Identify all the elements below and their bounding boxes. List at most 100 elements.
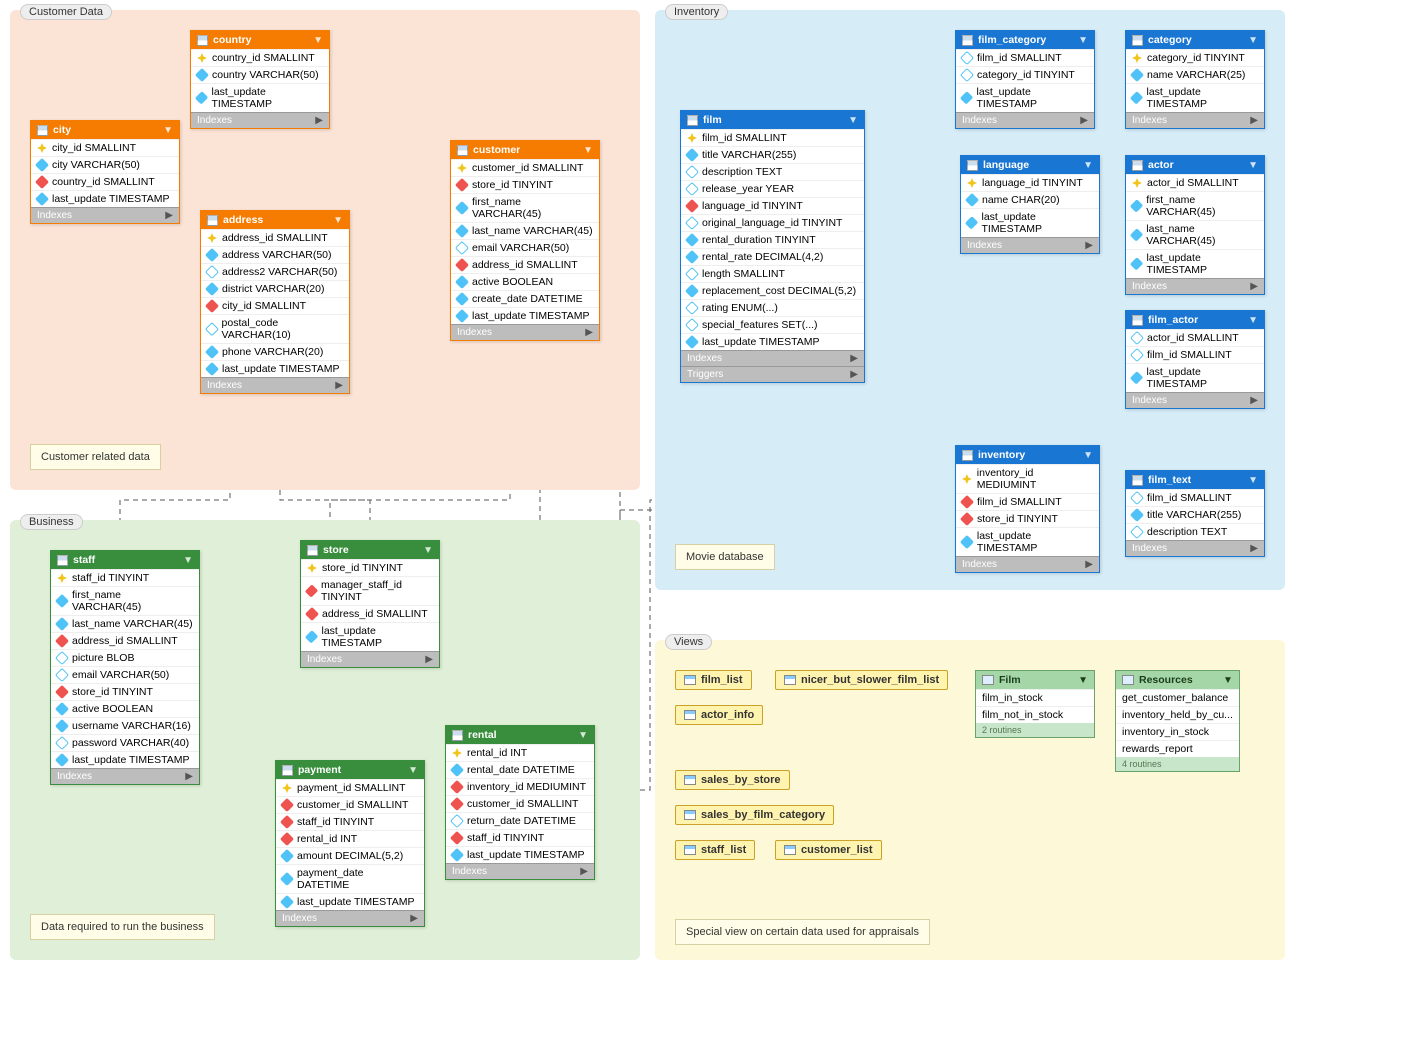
collapse-arrow-icon[interactable]: ▼ [1078,675,1088,686]
table-column[interactable]: last_update TIMESTAMP [31,190,179,207]
routine-header[interactable]: Resources▼ [1116,671,1239,689]
table-column[interactable]: last_update TIMESTAMP [1126,249,1264,278]
table-column[interactable]: username VARCHAR(16) [51,717,199,734]
routine-item[interactable]: film_not_in_stock [976,706,1094,723]
routine-header[interactable]: Film▼ [976,671,1094,689]
collapse-arrow-icon[interactable]: ▼ [1248,160,1258,171]
table-footer-indexes[interactable]: Indexes▶ [1126,278,1264,294]
table-column[interactable]: language_id TINYINT [681,197,864,214]
table-column[interactable]: last_update TIMESTAMP [681,333,864,350]
table-column[interactable]: last_name VARCHAR(45) [1126,220,1264,249]
collapse-arrow-icon[interactable]: ▼ [183,555,193,566]
table-column[interactable]: address_id SMALLINT [51,632,199,649]
collapse-arrow-icon[interactable]: ▼ [423,545,433,556]
collapse-arrow-icon[interactable]: ▼ [1248,475,1258,486]
table-column[interactable]: address_id SMALLINT [451,256,599,273]
table-column[interactable]: payment_id SMALLINT [276,779,424,796]
table-column[interactable]: rental_rate DECIMAL(4,2) [681,248,864,265]
table-column[interactable]: rating ENUM(...) [681,299,864,316]
table-column[interactable]: active BOOLEAN [451,273,599,290]
table-footer-triggers[interactable]: Triggers▶ [681,366,864,382]
table-column[interactable]: category_id TINYINT [956,66,1094,83]
table-column[interactable]: postal_code VARCHAR(10) [201,314,349,343]
table-column[interactable]: last_update TIMESTAMP [51,751,199,768]
collapse-arrow-icon[interactable]: ▼ [1078,35,1088,46]
table-column[interactable]: rental_id INT [446,744,594,761]
routine-item[interactable]: inventory_held_by_cu... [1116,706,1239,723]
table-city[interactable]: city▼city_id SMALLINTcity VARCHAR(50)cou… [30,120,180,224]
table-column[interactable]: address VARCHAR(50) [201,246,349,263]
table-footer-indexes[interactable]: Indexes▶ [1126,392,1264,408]
collapse-arrow-icon[interactable]: ▼ [583,145,593,156]
table-column[interactable]: release_year YEAR [681,180,864,197]
table-column[interactable]: first_name VARCHAR(45) [1126,191,1264,220]
view-actor_info[interactable]: actor_info [675,705,763,725]
table-column[interactable]: description TEXT [1126,523,1264,540]
table-column[interactable]: customer_id SMALLINT [451,159,599,176]
table-column[interactable]: address_id SMALLINT [301,605,439,622]
table-column[interactable]: rental_duration TINYINT [681,231,864,248]
collapse-arrow-icon[interactable]: ▼ [313,35,323,46]
table-column[interactable]: first_name VARCHAR(45) [51,586,199,615]
routine-item[interactable]: inventory_in_stock [1116,723,1239,740]
table-inventory[interactable]: inventory▼inventory_id MEDIUMINTfilm_id … [955,445,1100,573]
table-column[interactable]: store_id TINYINT [956,510,1099,527]
table-column[interactable]: replacement_cost DECIMAL(5,2) [681,282,864,299]
table-column[interactable]: country_id SMALLINT [191,49,329,66]
routine-item[interactable]: rewards_report [1116,740,1239,757]
table-column[interactable]: language_id TINYINT [961,174,1099,191]
collapse-arrow-icon[interactable]: ▼ [848,115,858,126]
table-column[interactable]: film_id SMALLINT [1126,489,1264,506]
table-country[interactable]: country▼country_id SMALLINTcountry VARCH… [190,30,330,129]
table-category[interactable]: category▼category_id TINYINTname VARCHAR… [1125,30,1265,129]
routine-group-resources[interactable]: Resources▼get_customer_balanceinventory_… [1115,670,1240,772]
table-customer[interactable]: customer▼customer_id SMALLINTstore_id TI… [450,140,600,341]
table-column[interactable]: title VARCHAR(255) [1126,506,1264,523]
table-column[interactable]: city_id SMALLINT [31,139,179,156]
table-column[interactable]: create_date DATETIME [451,290,599,307]
collapse-arrow-icon[interactable]: ▼ [578,730,588,741]
table-footer-indexes[interactable]: Indexes▶ [956,556,1099,572]
table-column[interactable]: actor_id SMALLINT [1126,329,1264,346]
table-column[interactable]: phone VARCHAR(20) [201,343,349,360]
table-footer-indexes[interactable]: Indexes▶ [451,324,599,340]
table-column[interactable]: customer_id SMALLINT [276,796,424,813]
table-column[interactable]: store_id TINYINT [51,683,199,700]
table-column[interactable]: amount DECIMAL(5,2) [276,847,424,864]
table-column[interactable]: last_update TIMESTAMP [956,83,1094,112]
table-column[interactable]: last_update TIMESTAMP [1126,83,1264,112]
table-column[interactable]: last_name VARCHAR(45) [451,222,599,239]
table-column[interactable]: last_update TIMESTAMP [961,208,1099,237]
table-footer-indexes[interactable]: Indexes▶ [446,863,594,879]
table-footer-indexes[interactable]: Indexes▶ [51,768,199,784]
table-column[interactable]: rental_date DATETIME [446,761,594,778]
collapse-arrow-icon[interactable]: ▼ [1083,450,1093,461]
table-column[interactable]: last_update TIMESTAMP [451,307,599,324]
table-column[interactable]: active BOOLEAN [51,700,199,717]
table-column[interactable]: last_update TIMESTAMP [956,527,1099,556]
table-column[interactable]: film_id SMALLINT [681,129,864,146]
table-header[interactable]: customer▼ [451,141,599,159]
table-actor[interactable]: actor▼actor_id SMALLINTfirst_name VARCHA… [1125,155,1265,295]
table-column[interactable]: last_update TIMESTAMP [301,622,439,651]
collapse-arrow-icon[interactable]: ▼ [163,125,173,136]
table-column[interactable]: special_features SET(...) [681,316,864,333]
table-rental[interactable]: rental▼rental_id INTrental_date DATETIME… [445,725,595,880]
table-column[interactable]: actor_id SMALLINT [1126,174,1264,191]
table-footer-indexes[interactable]: Indexes▶ [961,237,1099,253]
table-header[interactable]: actor▼ [1126,156,1264,174]
collapse-arrow-icon[interactable]: ▼ [1248,35,1258,46]
table-footer-indexes[interactable]: Indexes▶ [191,112,329,128]
table-header[interactable]: staff▼ [51,551,199,569]
collapse-arrow-icon[interactable]: ▼ [408,765,418,776]
table-column[interactable]: description TEXT [681,163,864,180]
table-header[interactable]: film_actor▼ [1126,311,1264,329]
table-header[interactable]: film▼ [681,111,864,129]
collapse-arrow-icon[interactable]: ▼ [1223,675,1233,686]
table-header[interactable]: language▼ [961,156,1099,174]
table-footer-indexes[interactable]: Indexes▶ [1126,112,1264,128]
table-column[interactable]: last_update TIMESTAMP [446,846,594,863]
table-header[interactable]: city▼ [31,121,179,139]
table-footer-indexes[interactable]: Indexes▶ [1126,540,1264,556]
table-header[interactable]: inventory▼ [956,446,1099,464]
